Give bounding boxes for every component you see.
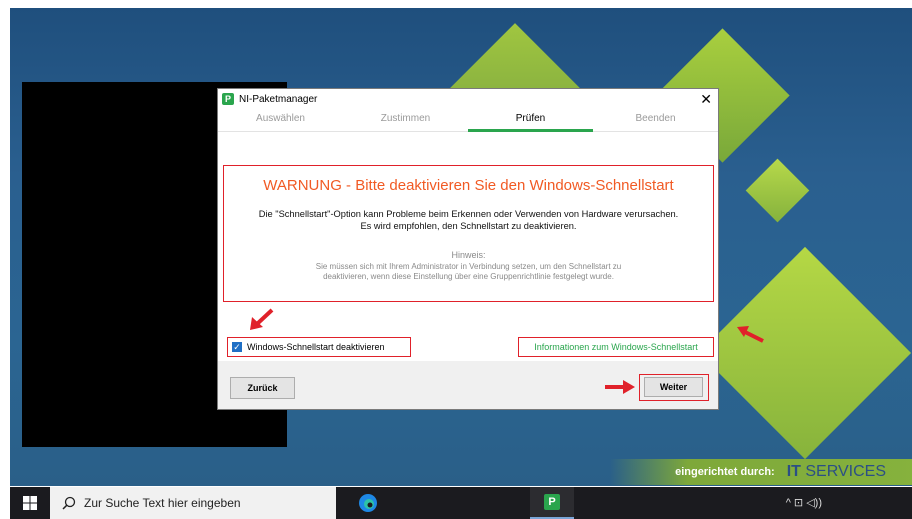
taskbar-ni-button[interactable]: P: [530, 487, 574, 519]
wallpaper-diamond: [698, 246, 912, 460]
info-link-frame: Informationen zum Windows-Schnellstart: [518, 337, 714, 357]
banner-brand-text: SERVICES: [805, 463, 886, 480]
hint-line-1: Sie müssen sich mit Ihrem Administrator …: [315, 262, 622, 271]
ni-app-icon: P: [222, 93, 234, 105]
hint-text: Sie müssen sich mit Ihrem Administrator …: [224, 262, 713, 282]
banner-small-text: eingerichtet durch:: [675, 466, 775, 478]
windows-logo-icon: [23, 496, 37, 510]
red-arrow-icon: [737, 326, 764, 343]
back-button[interactable]: Zurück: [230, 377, 295, 399]
tab-auswaehlen: Auswählen: [256, 113, 305, 124]
taskbar: Zur Suche Text hier eingeben P ^ ⊡ ◁)): [10, 487, 912, 519]
search-placeholder: Zur Suche Text hier eingeben: [84, 496, 241, 510]
red-arrow-icon: [605, 380, 635, 394]
ni-package-manager-dialog: P NI-Paketmanager ✕ Auswählen Zustimmen …: [217, 88, 719, 410]
start-button[interactable]: [10, 487, 50, 519]
warning-line-2: Es wird empfohlen, den Schnellstart zu d…: [360, 221, 577, 231]
tab-beenden: Beenden: [635, 113, 676, 124]
next-button-highlight: Weiter: [639, 374, 709, 401]
checkbox-checked-icon[interactable]: ✓: [232, 342, 242, 352]
fast-startup-info-link[interactable]: Informationen zum Windows-Schnellstart: [534, 342, 698, 352]
taskbar-search-box[interactable]: Zur Suche Text hier eingeben: [50, 487, 336, 519]
banner-brand: IT SERVICES: [787, 463, 886, 481]
tab-zustimmen: Zustimmen: [380, 113, 431, 124]
warning-panel: WARNUNG - Bitte deaktivieren Sie den Win…: [223, 165, 714, 302]
hint-line-2: deaktivieren, wenn diese Einstellung übe…: [323, 272, 614, 281]
next-button[interactable]: Weiter: [644, 377, 703, 397]
it-services-banner: eingerichtet durch: IT SERVICES: [610, 459, 912, 485]
edge-browser-icon: [359, 494, 377, 512]
warning-title: WARNUNG - Bitte deaktivieren Sie den Win…: [263, 177, 674, 194]
checkbox-label[interactable]: Windows-Schnellstart deaktivieren: [247, 342, 385, 352]
banner-brand-bold: IT: [786, 463, 801, 480]
warning-line-1: Die "Schnellstart"-Option kann Probleme …: [258, 209, 679, 219]
wizard-steps: Auswählen Zustimmen Prüfen Beenden: [218, 109, 718, 132]
tab-pruefen: Prüfen: [468, 109, 593, 132]
system-tray-icons[interactable]: ^ ⊡ ◁)): [786, 496, 822, 509]
wallpaper-diamond: [745, 158, 810, 223]
dialog-footer: Zurück Weiter: [218, 361, 718, 409]
fast-startup-checkbox-row[interactable]: ✓ Windows-Schnellstart deaktivieren: [227, 337, 411, 357]
hint-heading: Hinweis:: [451, 250, 486, 260]
red-arrow-icon: [250, 308, 274, 330]
search-icon: [62, 496, 76, 510]
ni-app-icon: P: [544, 494, 560, 510]
window-title: NI-Paketmanager: [239, 93, 318, 105]
close-icon[interactable]: ✕: [700, 91, 712, 107]
taskbar-edge-button[interactable]: [346, 487, 390, 519]
warning-text: Die "Schnellstart"-Option kann Probleme …: [224, 208, 713, 232]
dialog-content: WARNUNG - Bitte deaktivieren Sie den Win…: [218, 132, 718, 361]
title-bar[interactable]: P NI-Paketmanager ✕: [218, 89, 718, 109]
